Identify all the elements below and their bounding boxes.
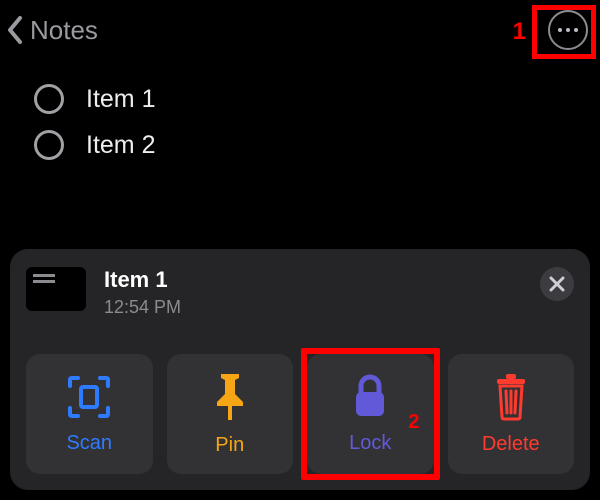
more-options-button[interactable] xyxy=(548,10,588,50)
list-item[interactable]: Item 2 xyxy=(34,130,600,160)
lock-button[interactable]: 2 Lock xyxy=(307,354,434,474)
action-label: Delete xyxy=(482,433,540,456)
header-bar: Notes xyxy=(0,0,600,60)
action-label: Scan xyxy=(66,432,112,455)
sheet-timestamp: 12:54 PM xyxy=(104,297,181,318)
back-label: Notes xyxy=(30,15,98,46)
delete-button[interactable]: Delete xyxy=(448,354,575,474)
close-icon xyxy=(549,276,565,292)
list-item-label: Item 1 xyxy=(86,85,155,114)
checklist: Item 1 Item 2 xyxy=(0,60,600,160)
list-item-label: Item 2 xyxy=(86,131,155,160)
scan-icon xyxy=(66,374,112,420)
action-label: Lock xyxy=(349,432,391,455)
lock-icon xyxy=(350,374,390,420)
close-button[interactable] xyxy=(540,267,574,301)
annotation-number-2: 2 xyxy=(408,411,419,434)
list-item[interactable]: Item 1 xyxy=(34,84,600,114)
pin-icon xyxy=(209,372,251,422)
radio-unchecked-icon[interactable] xyxy=(34,130,64,160)
sheet-title: Item 1 xyxy=(104,267,181,293)
action-sheet: Item 1 12:54 PM xyxy=(10,249,590,490)
scan-button[interactable]: Scan xyxy=(26,354,153,474)
back-button[interactable]: Notes xyxy=(6,14,98,46)
sheet-header-info: Item 1 12:54 PM xyxy=(26,267,181,318)
ellipsis-icon xyxy=(558,28,562,32)
action-row: Scan Pin 2 Lock xyxy=(26,354,574,474)
trash-icon xyxy=(491,373,531,421)
note-thumbnail-icon xyxy=(26,267,86,311)
chevron-left-icon xyxy=(6,14,26,46)
pin-button[interactable]: Pin xyxy=(167,354,294,474)
sheet-header: Item 1 12:54 PM xyxy=(26,267,574,318)
action-label: Pin xyxy=(215,434,244,457)
annotation-number-1: 1 xyxy=(513,18,526,46)
radio-unchecked-icon[interactable] xyxy=(34,84,64,114)
